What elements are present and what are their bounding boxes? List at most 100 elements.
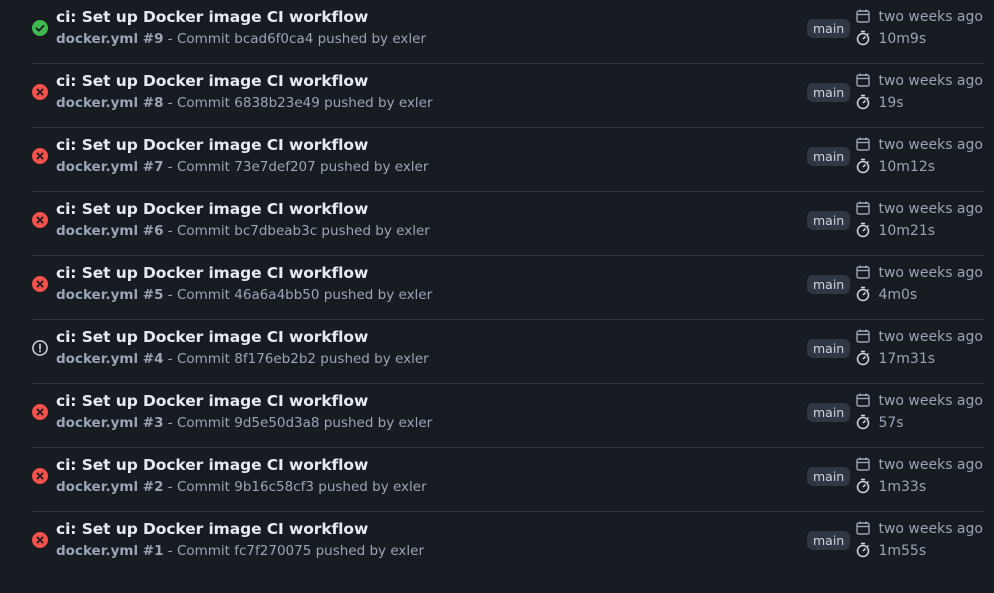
- run-duration: 10m12s: [855, 158, 935, 175]
- run-date-text: two weeks ago: [878, 201, 983, 217]
- run-duration-text: 19s: [878, 95, 904, 111]
- commit-detail: - Commit bcad6f0ca4 pushed by exler: [163, 31, 426, 47]
- branch-badge[interactable]: main: [807, 467, 851, 486]
- run-date: two weeks ago: [855, 520, 983, 537]
- commit-detail: - Commit bc7dbeab3c pushed by exler: [163, 223, 430, 239]
- run-date: two weeks ago: [855, 136, 983, 153]
- x-circle-icon: [32, 84, 48, 100]
- branch-badge[interactable]: main: [807, 211, 851, 230]
- run-date: two weeks ago: [855, 8, 983, 25]
- calendar-icon: [855, 73, 878, 89]
- run-duration: 10m21s: [855, 222, 935, 239]
- check-circle-icon: [32, 20, 48, 36]
- run-date-text: two weeks ago: [878, 73, 983, 89]
- run-date-text: two weeks ago: [878, 521, 983, 537]
- run-duration: 10m9s: [855, 30, 926, 47]
- run-meta: docker.yml #9 - Commit bcad6f0ca4 pushed…: [56, 31, 426, 47]
- run-meta: docker.yml #1 - Commit fc7f270075 pushed…: [56, 543, 424, 559]
- workflow-run-row[interactable]: ci: Set up Docker image CI workflow dock…: [32, 256, 984, 320]
- run-duration-text: 1m33s: [878, 479, 927, 495]
- commit-detail: - Commit 8f176eb2b2 pushed by exler: [163, 351, 429, 367]
- stopwatch-icon: [855, 478, 878, 495]
- calendar-icon: [855, 137, 878, 153]
- branch-badge[interactable]: main: [807, 403, 851, 422]
- run-title-link[interactable]: ci: Set up Docker image CI workflow: [56, 456, 368, 474]
- run-meta: docker.yml #3 - Commit 9d5e50d3a8 pushed…: [56, 415, 432, 431]
- run-title-link[interactable]: ci: Set up Docker image CI workflow: [56, 8, 368, 26]
- stopwatch-icon: [855, 350, 878, 367]
- run-date: two weeks ago: [855, 456, 983, 473]
- run-title-link[interactable]: ci: Set up Docker image CI workflow: [56, 328, 368, 346]
- calendar-icon: [855, 9, 878, 25]
- run-duration: 4m0s: [855, 286, 917, 303]
- stopwatch-icon: [855, 542, 878, 559]
- run-date-text: two weeks ago: [878, 393, 983, 409]
- stopwatch-icon: [855, 158, 878, 175]
- branch-badge[interactable]: main: [807, 147, 851, 166]
- alert-circle-icon: [32, 340, 48, 356]
- run-title-link[interactable]: ci: Set up Docker image CI workflow: [56, 264, 368, 282]
- run-date: two weeks ago: [855, 264, 983, 281]
- run-duration-text: 4m0s: [878, 287, 918, 303]
- run-meta: docker.yml #7 - Commit 73e7def207 pushed…: [56, 159, 428, 175]
- commit-detail: - Commit 6838b23e49 pushed by exler: [163, 95, 433, 111]
- run-date: two weeks ago: [855, 328, 983, 345]
- run-date: two weeks ago: [855, 72, 983, 89]
- calendar-icon: [855, 265, 878, 281]
- workflow-run-row[interactable]: ci: Set up Docker image CI workflow dock…: [32, 384, 984, 448]
- workflow-run-row[interactable]: ci: Set up Docker image CI workflow dock…: [32, 512, 984, 575]
- run-date-text: two weeks ago: [878, 265, 983, 281]
- run-date: two weeks ago: [855, 392, 983, 409]
- x-circle-icon: [32, 404, 48, 420]
- workflow-run-row[interactable]: ci: Set up Docker image CI workflow dock…: [32, 192, 984, 256]
- run-duration: 1m55s: [855, 542, 926, 559]
- run-duration-text: 10m9s: [878, 31, 927, 47]
- run-meta: docker.yml #4 - Commit 8f176eb2b2 pushed…: [56, 351, 429, 367]
- workflow-run-number: docker.yml #8: [56, 95, 164, 111]
- branch-badge[interactable]: main: [807, 83, 851, 102]
- stopwatch-icon: [855, 414, 878, 431]
- run-meta: docker.yml #6 - Commit bc7dbeab3c pushed…: [56, 223, 430, 239]
- workflow-run-number: docker.yml #3: [56, 415, 164, 431]
- workflow-run-row[interactable]: ci: Set up Docker image CI workflow dock…: [32, 0, 984, 64]
- branch-badge[interactable]: main: [807, 531, 851, 550]
- workflow-run-number: docker.yml #4: [56, 351, 164, 367]
- workflow-run-row[interactable]: ci: Set up Docker image CI workflow dock…: [32, 448, 984, 512]
- x-circle-icon: [32, 532, 48, 548]
- workflow-run-number: docker.yml #5: [56, 287, 164, 303]
- stopwatch-icon: [855, 286, 878, 303]
- calendar-icon: [855, 393, 878, 409]
- run-meta: docker.yml #8 - Commit 6838b23e49 pushed…: [56, 95, 433, 111]
- calendar-icon: [855, 201, 878, 217]
- calendar-icon: [855, 521, 878, 537]
- run-duration-text: 1m55s: [878, 543, 927, 559]
- commit-detail: - Commit fc7f270075 pushed by exler: [163, 543, 424, 559]
- branch-badge[interactable]: main: [807, 19, 851, 38]
- run-meta: docker.yml #5 - Commit 46a6a4bb50 pushed…: [56, 287, 432, 303]
- branch-badge[interactable]: main: [807, 339, 851, 358]
- run-duration-text: 10m21s: [878, 223, 936, 239]
- stopwatch-icon: [855, 94, 878, 111]
- workflow-run-row[interactable]: ci: Set up Docker image CI workflow dock…: [32, 128, 984, 192]
- branch-badge[interactable]: main: [807, 275, 851, 294]
- stopwatch-icon: [855, 222, 878, 239]
- workflow-run-number: docker.yml #6: [56, 223, 164, 239]
- workflow-runs-list: ci: Set up Docker image CI workflow dock…: [32, 0, 984, 575]
- workflow-run-row[interactable]: ci: Set up Docker image CI workflow dock…: [32, 320, 984, 384]
- run-title-link[interactable]: ci: Set up Docker image CI workflow: [56, 392, 368, 410]
- run-date-text: two weeks ago: [878, 137, 983, 153]
- run-title-link[interactable]: ci: Set up Docker image CI workflow: [56, 200, 368, 218]
- commit-detail: - Commit 73e7def207 pushed by exler: [163, 159, 429, 175]
- run-title-link[interactable]: ci: Set up Docker image CI workflow: [56, 136, 368, 154]
- run-duration: 19s: [855, 94, 904, 111]
- run-title-link[interactable]: ci: Set up Docker image CI workflow: [56, 72, 368, 90]
- run-title-link[interactable]: ci: Set up Docker image CI workflow: [56, 520, 368, 538]
- run-duration-text: 17m31s: [878, 351, 936, 367]
- run-date: two weeks ago: [855, 200, 983, 217]
- run-duration-text: 10m12s: [878, 159, 936, 175]
- run-duration: 57s: [855, 414, 904, 431]
- x-circle-icon: [32, 148, 48, 164]
- workflow-run-row[interactable]: ci: Set up Docker image CI workflow dock…: [32, 64, 984, 128]
- run-duration: 1m33s: [855, 478, 926, 495]
- x-circle-icon: [32, 212, 48, 228]
